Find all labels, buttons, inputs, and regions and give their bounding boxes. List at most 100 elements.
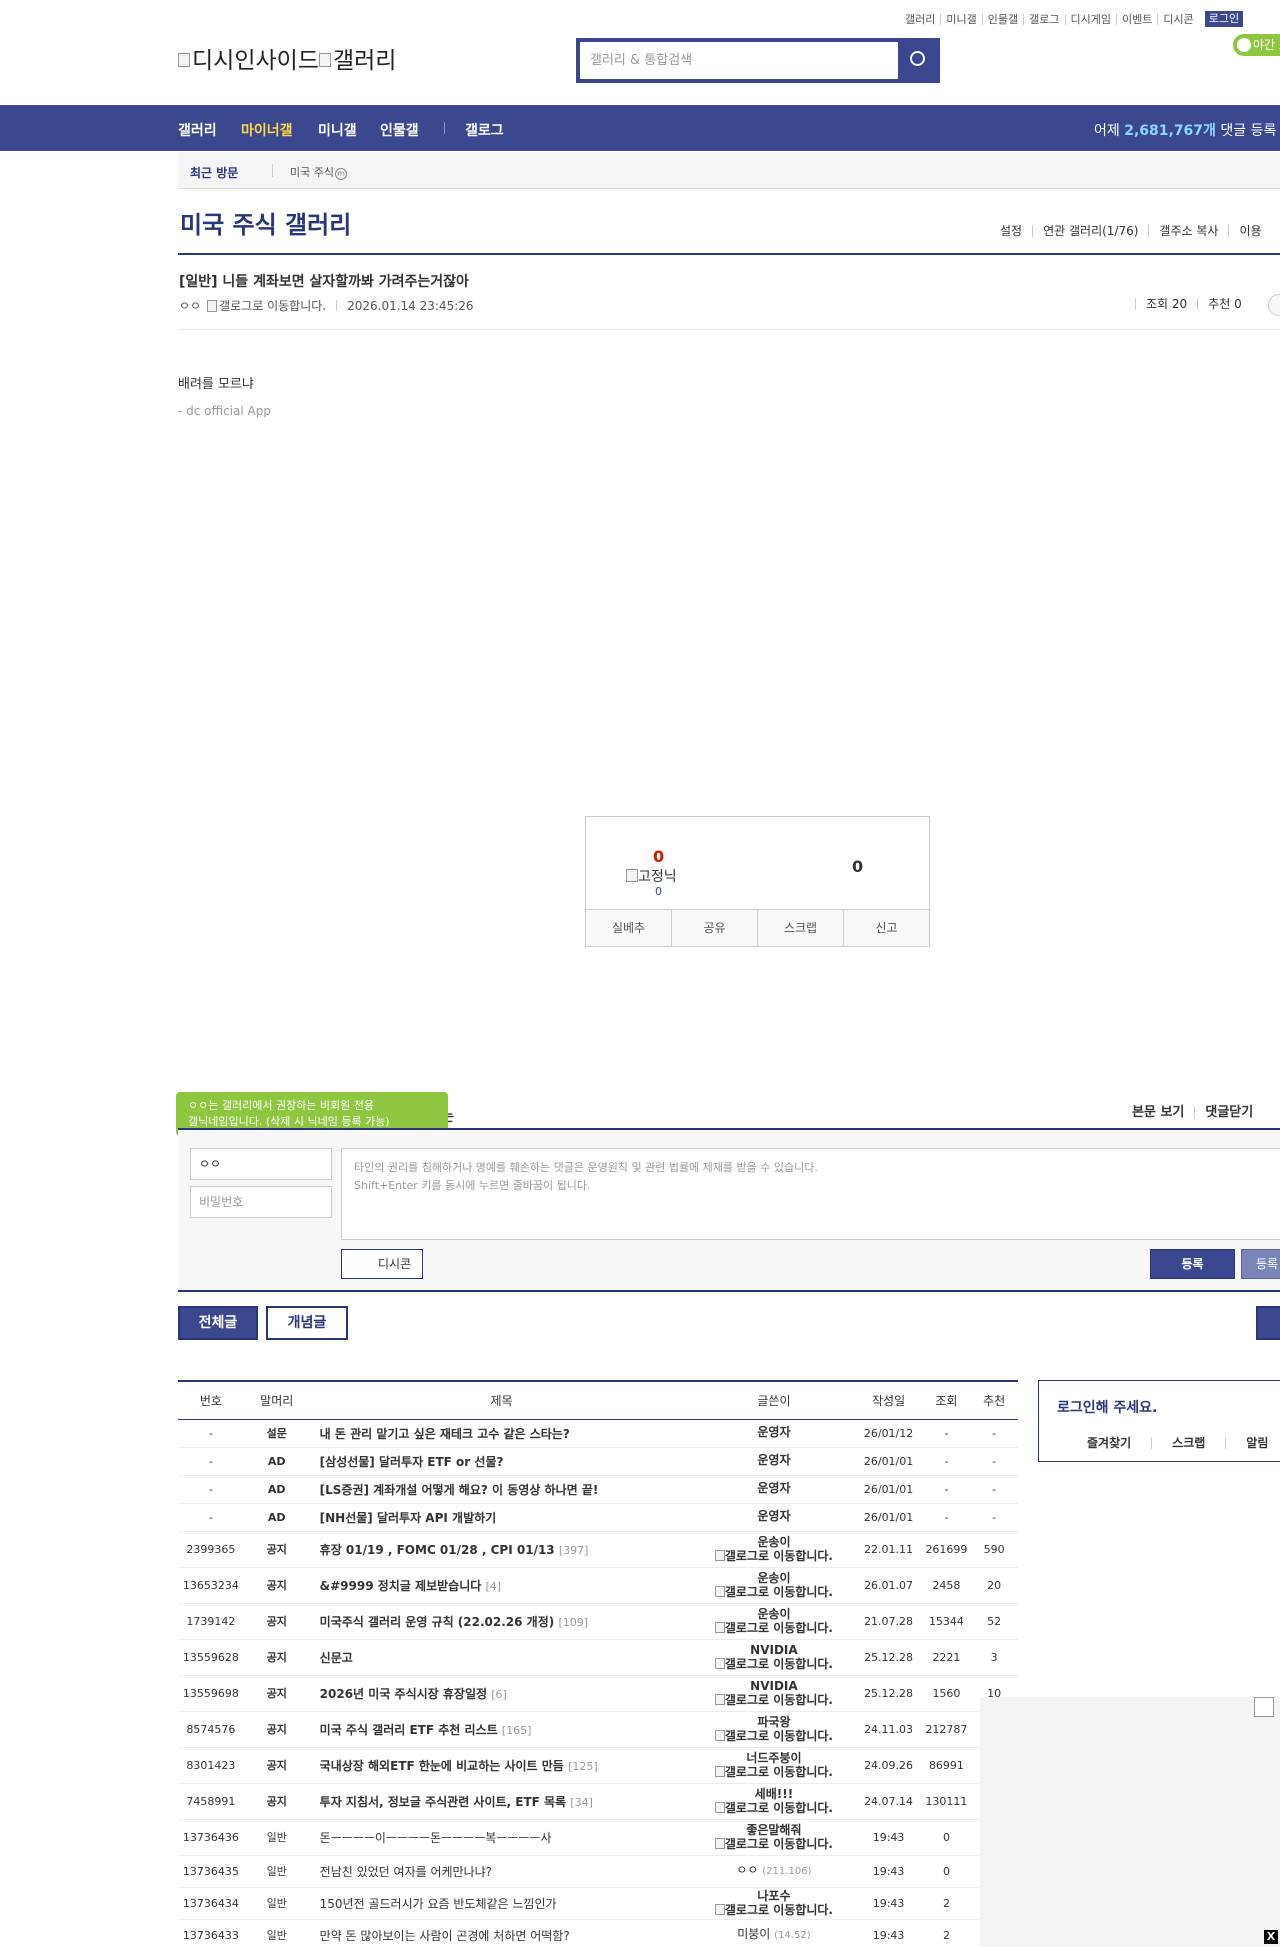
top-link-mini[interactable]: 미니갤 bbox=[940, 13, 981, 25]
dccon-button[interactable]: 디시콘 bbox=[341, 1249, 423, 1279]
row-writer[interactable]: 미붕이 (14.52) bbox=[693, 1919, 855, 1947]
comment-name-input[interactable]: ㅇㅇ bbox=[190, 1148, 332, 1180]
row-writer[interactable]: 운송이 갤로그로 이동합니다. bbox=[693, 1567, 855, 1604]
row-writer[interactable]: 파국왕 갤로그로 이동합니다. bbox=[693, 1711, 855, 1748]
row-reply-count[interactable]: [34] bbox=[570, 1796, 593, 1809]
table-row[interactable]: 13559628 공지 신문고 NVIDIA 갤로그로 이동합니다. 25.12.28 2… bbox=[178, 1639, 1018, 1676]
nav-gallery[interactable]: 갤러리 bbox=[178, 120, 217, 140]
table-row[interactable]: 8574576 공지 미국 주식 갤러리 ETF 추천 리스트 [165] 파국왕 갤로… bbox=[178, 1711, 1018, 1748]
table-row[interactable]: 2399365 공지 휴장 01/19 , FOMC 01/28 , CPI 01/… bbox=[178, 1531, 1018, 1568]
top-link-dcgame[interactable]: 디시게임 bbox=[1064, 13, 1116, 25]
close-comments-link[interactable]: 댓글닫기 bbox=[1194, 1106, 1263, 1119]
row-writer[interactable]: NVIDIA 갤로그로 이동합니다. bbox=[693, 1639, 855, 1676]
recent-item-us-stock[interactable]: 미국 주식 m bbox=[290, 164, 347, 180]
table-row[interactable]: 1739142 공지 미국주식 갤러리 운영 규칙 (22.02.26 개정) [1… bbox=[178, 1603, 1018, 1640]
night-mode-toggle[interactable]: 야간 모 bbox=[1233, 34, 1280, 56]
table-row[interactable]: 13736436 일반 돈ㅡㅡㅡㅡ이ㅡㅡㅡㅡ돈ㅡㅡㅡㅡ복ㅡㅡㅡㅡ사 좋은말해줘 갤로그… bbox=[178, 1819, 1018, 1856]
top-link-gallog[interactable]: 갤로그 bbox=[1023, 13, 1064, 25]
table-row[interactable]: 7458991 공지 투자 지침서, 정보글 주식관련 사이트, ETF 목록 [3… bbox=[178, 1783, 1018, 1820]
top-link-dccon[interactable]: 디시콘 bbox=[1157, 13, 1198, 25]
site-logo[interactable]: 디시인사이드 갤러리 bbox=[178, 41, 396, 75]
row-reply-count[interactable]: [397] bbox=[559, 1544, 589, 1557]
table-row[interactable]: 13653234 공지 &#9999 정치글 제보받습니다 [4] 운송이 갤로그로 이… bbox=[178, 1567, 1018, 1604]
gallery-title[interactable]: 미국 주식 갤러리 bbox=[180, 205, 351, 240]
row-title[interactable]: 국내상장 해외ETF 한눈에 비교하는 사이트 만듬 [125] bbox=[309, 1747, 694, 1784]
table-row[interactable]: - 설문 내 돈 관리 맡기고 싶은 재테크 고수 같은 스타는? 운영자 26/0… bbox=[178, 1419, 1018, 1448]
row-title[interactable]: 신문고 bbox=[309, 1639, 694, 1676]
row-reply-count[interactable]: [6] bbox=[491, 1688, 507, 1701]
table-row[interactable]: 13559698 공지 2026년 미국 주식시장 휴장일정 [6] NVIDIA 갤로… bbox=[178, 1675, 1018, 1712]
row-title[interactable]: 미국주식 갤러리 운영 규칙 (22.02.26 개정) [109] bbox=[309, 1603, 694, 1640]
login-prompt[interactable]: 로그인해 주세요. bbox=[1057, 1397, 1157, 1417]
scrap-link[interactable]: 스크랩 bbox=[1151, 1437, 1225, 1449]
nav-gallog[interactable]: 갤로그 bbox=[465, 120, 504, 140]
row-title[interactable]: 150년전 골드러시가 요즘 반도체같은 느낌인가 bbox=[309, 1887, 694, 1920]
real-best-button[interactable]: 실베추 bbox=[586, 910, 671, 946]
view-body-link[interactable]: 본문 보기 bbox=[1122, 1106, 1194, 1119]
author-gallog-alt[interactable]: 갤로그로 이동합니다. bbox=[219, 297, 326, 314]
row-reply-count[interactable]: [4] bbox=[485, 1580, 501, 1593]
table-row[interactable]: 8301423 공지 국내상장 해외ETF 한눈에 비교하는 사이트 만듬 [125… bbox=[178, 1747, 1018, 1784]
row-title[interactable]: [NH선물] 달러투자 API 개발하기 bbox=[309, 1503, 694, 1532]
comment-submit-button[interactable]: 등록 bbox=[1150, 1249, 1235, 1279]
row-writer[interactable]: 세배!!! 갤로그로 이동합니다. bbox=[693, 1783, 855, 1820]
row-writer[interactable]: 너드주붕이 갤로그로 이동합니다. bbox=[693, 1747, 855, 1784]
row-title[interactable]: 2026년 미국 주식시장 휴장일정 [6] bbox=[309, 1675, 694, 1712]
comment-submit-recommend-button[interactable]: 등록 bbox=[1241, 1249, 1280, 1279]
close-icon[interactable]: X bbox=[1264, 1930, 1278, 1944]
row-title[interactable]: 돈ㅡㅡㅡㅡ이ㅡㅡㅡㅡ돈ㅡㅡㅡㅡ복ㅡㅡㅡㅡ사 bbox=[309, 1819, 694, 1856]
row-title[interactable]: &#9999 정치글 제보받습니다 [4] bbox=[309, 1567, 694, 1604]
notification-link[interactable]: 알림 bbox=[1225, 1437, 1280, 1449]
row-writer[interactable]: 운영자 bbox=[693, 1503, 855, 1532]
row-title[interactable]: 만약 돈 많아보이는 사람이 곤경에 처하면 어떡함? bbox=[309, 1919, 694, 1947]
row-title[interactable]: [삼성선물] 달러투자 ETF or 선물? bbox=[309, 1447, 694, 1476]
row-writer[interactable]: 운송이 갤로그로 이동합니다. bbox=[693, 1531, 855, 1568]
table-row[interactable]: - AD [NH선물] 달러투자 API 개발하기 운영자 26/01/01- - bbox=[178, 1503, 1018, 1532]
comment-password-input[interactable]: 비밀번호 bbox=[190, 1186, 332, 1218]
gallery-setting-link[interactable]: 설정 bbox=[990, 225, 1032, 237]
row-title[interactable]: 미국 주식 갤러리 ETF 추천 리스트 [165] bbox=[309, 1711, 694, 1748]
row-title[interactable]: 내 돈 관리 맡기고 싶은 재테크 고수 같은 스타는? bbox=[309, 1419, 694, 1448]
copy-gallery-url-link[interactable]: 갤주소 복사 bbox=[1148, 225, 1228, 237]
search-button[interactable] bbox=[898, 40, 938, 81]
top-link-event[interactable]: 이벤트 bbox=[1115, 13, 1157, 25]
row-reply-count[interactable]: [109] bbox=[558, 1616, 588, 1629]
tab-best-posts[interactable]: 개념글 bbox=[266, 1306, 348, 1340]
row-writer[interactable]: 운송이 갤로그로 이동합니다. bbox=[693, 1603, 855, 1640]
row-writer[interactable]: 운영자 bbox=[693, 1419, 855, 1448]
table-row[interactable]: 13736434 일반 150년전 골드러시가 요즘 반도체같은 느낌인가 나포수 갤… bbox=[178, 1887, 1018, 1920]
favorites-link[interactable]: 즐겨찾기 bbox=[1087, 1437, 1151, 1449]
row-writer[interactable]: 좋은말해줘 갤로그로 이동합니다. bbox=[693, 1819, 855, 1856]
nav-person-gallery[interactable]: 인물갤 bbox=[380, 120, 419, 140]
row-reply-count[interactable]: [165] bbox=[502, 1724, 532, 1737]
top-link-person[interactable]: 인물갤 bbox=[981, 13, 1023, 25]
table-row[interactable]: 13736433 일반 만약 돈 많아보이는 사람이 곤경에 처하면 어떡함? 미붕… bbox=[178, 1919, 1018, 1947]
more-options-button[interactable] bbox=[1268, 294, 1280, 316]
top-link-gallery[interactable]: 갤러리 bbox=[900, 14, 940, 25]
scrap-button[interactable]: 스크랩 bbox=[757, 910, 843, 946]
row-title[interactable]: 투자 지침서, 정보글 주식관련 사이트, ETF 목록 [34] bbox=[309, 1783, 694, 1820]
recent-visit-label[interactable]: 최근 방문 bbox=[190, 164, 238, 181]
search-input[interactable] bbox=[580, 42, 898, 79]
row-writer[interactable]: NVIDIA 갤로그로 이동합니다. bbox=[693, 1675, 855, 1712]
gallery-usage-link[interactable]: 이용 bbox=[1228, 225, 1271, 237]
row-writer[interactable]: 운영자 bbox=[693, 1447, 855, 1476]
table-row[interactable]: 13736435 일반 전남친 있었던 여자를 어케만나냐? ㅇㅇ (211.106… bbox=[178, 1855, 1018, 1888]
row-title[interactable]: 휴장 01/19 , FOMC 01/28 , CPI 01/13 [397] bbox=[309, 1531, 694, 1568]
report-button[interactable]: 신고 bbox=[843, 910, 929, 946]
share-button[interactable]: 공유 bbox=[671, 910, 757, 946]
related-gallery-link[interactable]: 연관 갤러리(1/76) bbox=[1032, 225, 1148, 237]
row-title[interactable]: 전남친 있었던 여자를 어케만나냐? bbox=[309, 1855, 694, 1888]
write-button[interactable] bbox=[1256, 1306, 1280, 1340]
comment-textarea[interactable]: 타인의 권리를 침해하거나 명예를 훼손하는 댓글은 운영원칙 및 관련 법률에… bbox=[341, 1148, 1280, 1240]
table-row[interactable]: - AD [LS증권] 계좌개설 어떻게 해요? 이 동영상 하나면 끝! 운영자 … bbox=[178, 1475, 1018, 1504]
nav-minor-gallery[interactable]: 마이너갤 bbox=[241, 120, 293, 140]
table-row[interactable]: - AD [삼성선물] 달러투자 ETF or 선물? 운영자 26/01/01- - bbox=[178, 1447, 1018, 1476]
row-reply-count[interactable]: [125] bbox=[568, 1760, 598, 1773]
row-title[interactable]: [LS증권] 계좌개설 어떻게 해요? 이 동영상 하나면 끝! bbox=[309, 1475, 694, 1504]
post-author[interactable]: ㅇㅇ bbox=[179, 297, 201, 314]
tab-all-posts[interactable]: 전체글 bbox=[178, 1306, 258, 1340]
nav-mini-gallery[interactable]: 미니갤 bbox=[318, 120, 357, 140]
row-writer[interactable]: 운영자 bbox=[693, 1475, 855, 1504]
login-button[interactable]: 로그인 bbox=[1204, 11, 1244, 27]
